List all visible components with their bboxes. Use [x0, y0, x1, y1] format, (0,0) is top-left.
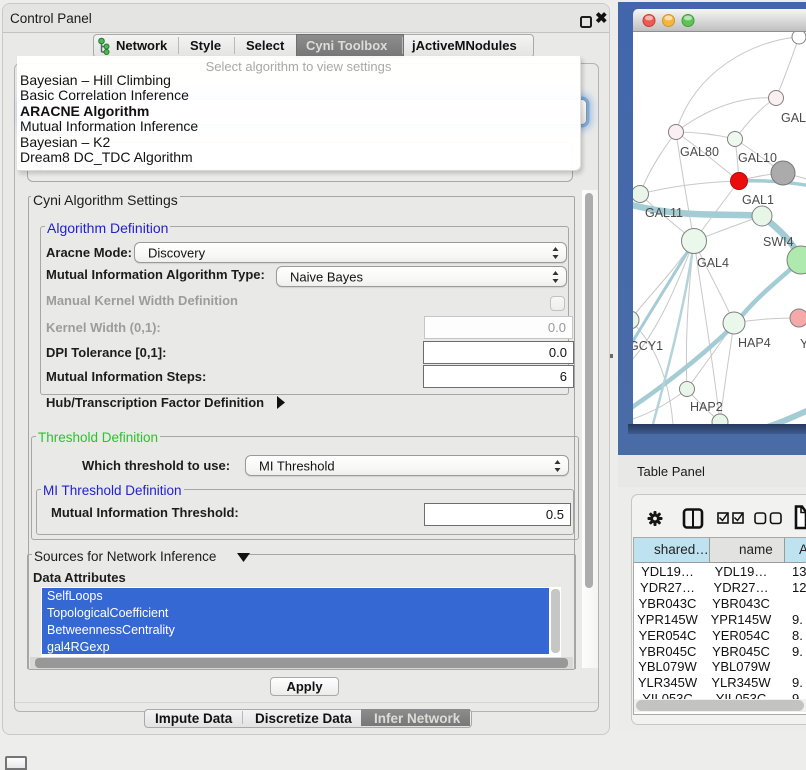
- svg-text:HAP4: HAP4: [738, 336, 771, 350]
- svg-text:SWI4: SWI4: [763, 235, 794, 249]
- svg-text:GAL10: GAL10: [738, 151, 777, 165]
- svg-text:HAP2: HAP2: [690, 400, 723, 414]
- svg-text:GAL: GAL: [781, 111, 806, 125]
- svg-text:Y: Y: [800, 337, 806, 351]
- svg-text:GAL4: GAL4: [697, 256, 729, 270]
- svg-text:GAL80: GAL80: [680, 145, 719, 159]
- svg-text:GAL1: GAL1: [742, 193, 774, 207]
- svg-text:GCY1: GCY1: [633, 339, 663, 353]
- svg-text:GAL11: GAL11: [645, 206, 683, 220]
